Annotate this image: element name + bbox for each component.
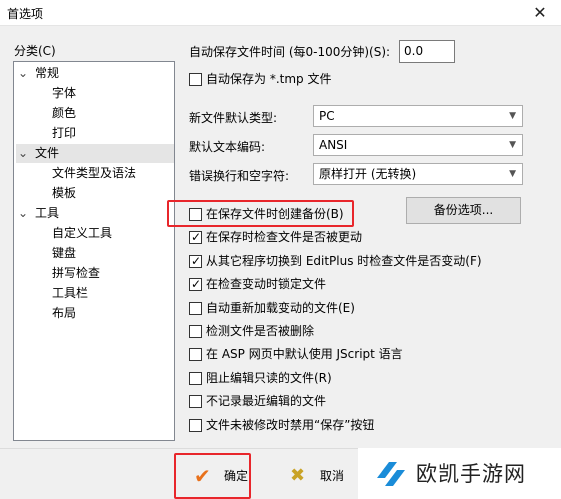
tree-item[interactable]: 键盘	[52, 244, 80, 263]
cancel-label: 取消	[320, 469, 345, 483]
checkbox-box[interactable]	[189, 73, 202, 86]
tree-expander-icon[interactable]: ⌄	[16, 204, 30, 223]
checkbox-label: 不记录最近编辑的文件	[206, 394, 327, 409]
checkbox-box[interactable]	[189, 276, 202, 293]
title-bar: 首选项 ✕	[0, 0, 561, 26]
cross-icon: ✖	[290, 465, 306, 486]
checkbox-box[interactable]	[189, 301, 202, 315]
line-break-handling-select[interactable]: 原样打开 (无转换) ▼	[313, 163, 523, 185]
tree-item[interactable]: 模板	[52, 184, 80, 203]
tree-item[interactable]: ⌄ 工具	[16, 204, 174, 223]
checkbox-label: 自动重新加载变动的文件(E)	[206, 300, 355, 315]
tree-item-label: 工具	[35, 206, 60, 220]
tree-item-label: 字体	[52, 86, 77, 100]
tree-item-label: 打印	[52, 126, 77, 140]
tree-item-label: 键盘	[52, 246, 77, 260]
watermark-text: 欧凯手游网	[416, 462, 526, 486]
tree-expander-icon[interactable]: ⌄	[16, 64, 30, 83]
window-title: 首选项	[7, 7, 44, 21]
checkbox-label: 在检查变动时锁定文件	[206, 277, 327, 292]
checkbox-box[interactable]	[189, 253, 202, 270]
tree-item-label: 常规	[35, 66, 60, 80]
tree-item[interactable]: ⌄ 常规	[16, 64, 174, 83]
checkbox-label: 在 ASP 网页中默认使用 JScript 语言	[206, 347, 403, 362]
chevron-down-icon: ▼	[509, 169, 516, 179]
tree-item-label: 布局	[52, 306, 77, 320]
tree-item[interactable]: 打印	[52, 124, 80, 143]
tree-expander-icon[interactable]: ⌄	[16, 144, 30, 163]
tree-item[interactable]: 颜色	[52, 104, 80, 123]
tree-item[interactable]: ⌄ 文件	[16, 144, 174, 163]
highlight-frame	[167, 200, 354, 227]
tree-item-label: 文件类型及语法	[52, 166, 137, 180]
category-label: 分类(C)	[14, 44, 56, 58]
checkbox-box[interactable]	[189, 395, 202, 409]
tree-item[interactable]: 文件类型及语法	[52, 164, 140, 183]
select-value: ANSI	[319, 138, 348, 152]
backup-options-button[interactable]: 备份选项...	[406, 197, 521, 224]
select-value: 原样打开 (无转换)	[319, 167, 417, 181]
tree-item-label: 颜色	[52, 106, 77, 120]
checkbox-box[interactable]	[189, 418, 202, 432]
tree-item-label: 拼写检查	[52, 266, 101, 280]
tree-item[interactable]: 自定义工具	[52, 224, 116, 243]
watermark: 欧凯手游网	[358, 448, 561, 499]
tree-item-label: 文件	[35, 146, 60, 160]
tree-item[interactable]: 拼写检查	[52, 264, 104, 283]
checkbox-box[interactable]	[189, 325, 202, 338]
checkbox-label: 从其它程序切换到 EditPlus 时检查文件是否变动(F)	[206, 253, 482, 268]
default-encoding-select[interactable]: ANSI ▼	[313, 134, 523, 156]
checkbox-box[interactable]	[189, 348, 202, 362]
checkbox-label: 阻止编辑只读的文件(R)	[206, 370, 332, 385]
tree-item-label: 模板	[52, 186, 77, 200]
checkbox-label: 在保存时检查文件是否被更动	[206, 230, 363, 245]
checkbox-label: 检测文件是否被删除	[206, 324, 315, 338]
cancel-button[interactable]: ✖ 取消	[286, 458, 358, 494]
highlight-frame	[174, 453, 251, 499]
default-encoding-label: 默认文本编码:	[189, 140, 266, 154]
brand-logo-icon	[377, 462, 405, 486]
tree-item[interactable]: 字体	[52, 84, 80, 103]
chevron-down-icon: ▼	[509, 140, 516, 150]
checkbox-box[interactable]	[189, 371, 202, 385]
autosave-interval-label: 自动保存文件时间 (每0-100分钟)(S):	[189, 45, 391, 59]
new-file-type-label: 新文件默认类型:	[189, 111, 278, 125]
autosave-interval-input[interactable]: 0.0	[399, 40, 455, 63]
close-icon[interactable]: ✕	[525, 2, 555, 24]
tree-item[interactable]: 工具栏	[52, 284, 92, 303]
chevron-down-icon: ▼	[509, 111, 516, 121]
new-file-type-select[interactable]: PC ▼	[313, 105, 523, 127]
category-tree[interactable]: ⌄ 常规字体颜色打印 ⌄ 文件文件类型及语法 模板 ⌄ 工具自定义工具键盘拼写检查工具栏布局	[13, 61, 175, 441]
tree-item-label: 工具栏	[52, 286, 89, 300]
line-break-handling-label: 错误换行和空字符:	[189, 169, 290, 183]
checkbox-label: 自动保存为 *.tmp 文件	[206, 72, 332, 86]
checkbox-label: 文件未被修改时禁用“保存”按钮	[206, 417, 375, 432]
tree-item[interactable]: 布局	[52, 304, 80, 323]
select-value: PC	[319, 109, 335, 123]
checkbox-box[interactable]	[189, 229, 202, 246]
tree-item-label: 自定义工具	[52, 226, 113, 240]
